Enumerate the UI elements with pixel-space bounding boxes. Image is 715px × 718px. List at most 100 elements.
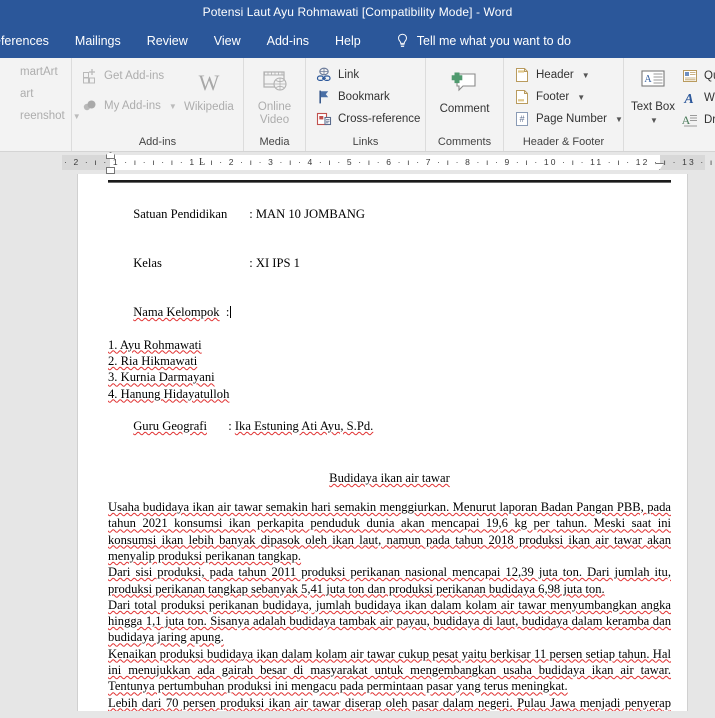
link-icon	[316, 67, 332, 83]
bookmark-label: Bookmark	[338, 91, 390, 103]
lightbulb-icon	[396, 33, 409, 49]
drop-cap-icon: A	[682, 112, 698, 128]
document-content[interactable]: Satuan Pendidikan: MAN 10 JOMBANG Kelas:…	[108, 190, 671, 718]
ribbon-group-header-footer: Header ▼ Footer ▼ # Page Number ▼ Header…	[504, 58, 624, 151]
quick-parts-icon	[682, 68, 698, 84]
list-item: 3. Kurnia Darmayani	[108, 370, 215, 385]
ribbon-group-media-label: Media	[259, 136, 290, 148]
ribbon-group-illustrations-label	[0, 148, 65, 151]
header-button[interactable]: Header ▼	[510, 65, 627, 85]
screenshot-icon	[0, 108, 14, 124]
paragraph: Kenaikan produksi budidaya ikan dalam ko…	[108, 646, 671, 694]
meta-value-kelas: XI IPS 1	[255, 256, 300, 271]
meta-sep-2: :	[225, 305, 230, 320]
online-video-label: Online Video	[257, 101, 292, 126]
paragraph: Dari total produksi perikanan budidaya, …	[108, 597, 671, 645]
quick-parts-button[interactable]: Qu	[678, 66, 715, 86]
svg-text:A: A	[644, 74, 652, 85]
tab-add-ins[interactable]: Add-ins	[254, 24, 322, 58]
tab-review[interactable]: Review	[134, 24, 201, 58]
footer-icon	[514, 89, 530, 105]
left-indent-marker[interactable]	[106, 167, 115, 174]
wikipedia-label: Wikipedia	[183, 101, 234, 113]
online-video-button[interactable]: Online Video	[250, 66, 299, 127]
meta-line-kelas: Kelas: XI IPS 1	[108, 239, 671, 288]
tab-references[interactable]: eferences	[0, 24, 62, 58]
chevron-down-icon[interactable]: ▼	[577, 93, 585, 102]
wikipedia-icon: W	[193, 68, 225, 98]
drop-cap-label: Dr	[704, 114, 715, 126]
chevron-down-icon[interactable]: ▼	[169, 102, 177, 111]
wikipedia-button[interactable]: W Wikipedia	[181, 66, 237, 114]
tell-me-box[interactable]: Tell me what you want to do	[396, 33, 571, 49]
tab-mailings[interactable]: Mailings	[62, 24, 134, 58]
ribbon-group-links: Link Bookmark Cross-reference Links	[306, 58, 426, 151]
new-comment-label: Comment	[439, 103, 490, 115]
member-list: 1. Ayu Rohmawati 2. Ria Hikmawati 3. Kur…	[108, 337, 671, 402]
ribbon-group-add-ins: Get Add-ins My Add-ins ▼ W Wikipedia Add…	[72, 58, 244, 151]
document-heading-text: Budidaya ikan air tawar	[329, 470, 450, 485]
smartart-label: martArt	[20, 66, 58, 78]
link-button[interactable]: Link	[312, 65, 424, 85]
my-add-ins-button[interactable]: My Add-ins ▼	[78, 96, 181, 116]
my-add-ins-icon	[82, 98, 98, 114]
tab-stop-marker[interactable]: L	[199, 157, 205, 168]
ribbon-group-media: Online Video Media	[244, 58, 306, 151]
paragraph: Usaha budidaya ikan air tawar semakin ha…	[108, 500, 671, 563]
chevron-down-icon[interactable]: ▼	[582, 71, 590, 80]
drop-cap-button[interactable]: A Dr	[678, 110, 715, 130]
cross-reference-icon	[316, 111, 332, 127]
ribbon-group-comments-label: Comments	[437, 136, 492, 148]
meta-line-nama-kelompok: Nama Kelompok :	[108, 288, 671, 337]
svg-text:#: #	[519, 114, 524, 124]
svg-text:A: A	[683, 92, 693, 106]
meta-line-guru-geografi: Guru Geografi: Ika Estuning Ati Ayu, S.P…	[108, 402, 671, 451]
link-label: Link	[338, 69, 360, 81]
chevron-down-icon[interactable]: ▼	[650, 114, 658, 127]
ribbon: martArt art reenshot ▼ Get Add-ins My Ad…	[0, 58, 715, 152]
page-number-label: Page Number	[536, 113, 607, 125]
text-box-button[interactable]: A Text Box ▼	[630, 66, 676, 127]
cross-reference-button[interactable]: Cross-reference	[312, 109, 424, 129]
new-comment-button[interactable]: Comment	[432, 68, 497, 116]
first-line-indent-marker[interactable]	[106, 152, 115, 159]
meta-label-satuan-pendidikan: Satuan Pendidikan	[133, 207, 228, 222]
new-comment-icon	[449, 70, 481, 100]
quick-parts-label: Qu	[704, 70, 715, 82]
tell-me-label: Tell me what you want to do	[416, 34, 571, 48]
ribbon-group-header-footer-label: Header & Footer	[522, 136, 605, 148]
meta-line-satuan-pendidikan: Satuan Pendidikan: MAN 10 JOMBANG	[108, 190, 671, 239]
meta-sep-1: :	[249, 256, 256, 271]
chart-icon	[0, 86, 14, 102]
ruler-tick-labels: · 2 · ı · 1 · ı · ı · ı · 1 · ı · 2 · ı …	[64, 157, 715, 167]
wordart-button[interactable]: A W	[678, 88, 715, 108]
get-add-ins-label: Get Add-ins	[104, 70, 165, 82]
text-box-icon: A	[637, 68, 669, 98]
tab-view[interactable]: View	[201, 24, 254, 58]
document-canvas[interactable]: Satuan Pendidikan: MAN 10 JOMBANG Kelas:…	[0, 174, 715, 718]
header-border-rule	[108, 180, 671, 183]
meta-value-satuan-pendidikan: MAN 10 JOMBANG	[255, 207, 365, 222]
ribbon-group-comments: Comment Comments	[426, 58, 504, 151]
chevron-down-icon[interactable]: ▼	[615, 115, 623, 124]
bookmark-icon	[316, 89, 332, 105]
page-number-button[interactable]: # Page Number ▼	[510, 109, 627, 129]
ribbon-group-add-ins-label: Add-ins	[138, 136, 177, 148]
get-add-ins-button[interactable]: Get Add-ins	[78, 66, 181, 86]
chart-label: art	[20, 88, 34, 100]
list-item: 4. Hanung Hidayatulloh	[108, 386, 230, 401]
ribbon-tab-strip: eferences Mailings Review View Add-ins H…	[0, 24, 715, 58]
list-item: 2. Ria Hikmawati	[108, 353, 198, 368]
footer-button[interactable]: Footer ▼	[510, 87, 627, 107]
bookmark-button[interactable]: Bookmark	[312, 87, 424, 107]
my-add-ins-label: My Add-ins	[104, 100, 161, 112]
svg-text:W: W	[199, 70, 220, 95]
tab-help[interactable]: Help	[322, 24, 374, 58]
header-label: Header	[536, 69, 574, 81]
ribbon-group-links-label: Links	[352, 136, 379, 148]
footer-label: Footer	[536, 91, 570, 103]
screenshot-label: reenshot	[20, 110, 65, 122]
horizontal-ruler[interactable]: · 2 · ı · 1 · ı · ı · ı · 1 · ı · 2 · ı …	[62, 152, 715, 174]
document-page[interactable]: Satuan Pendidikan: MAN 10 JOMBANG Kelas:…	[78, 174, 687, 718]
smartart-icon	[0, 64, 14, 80]
